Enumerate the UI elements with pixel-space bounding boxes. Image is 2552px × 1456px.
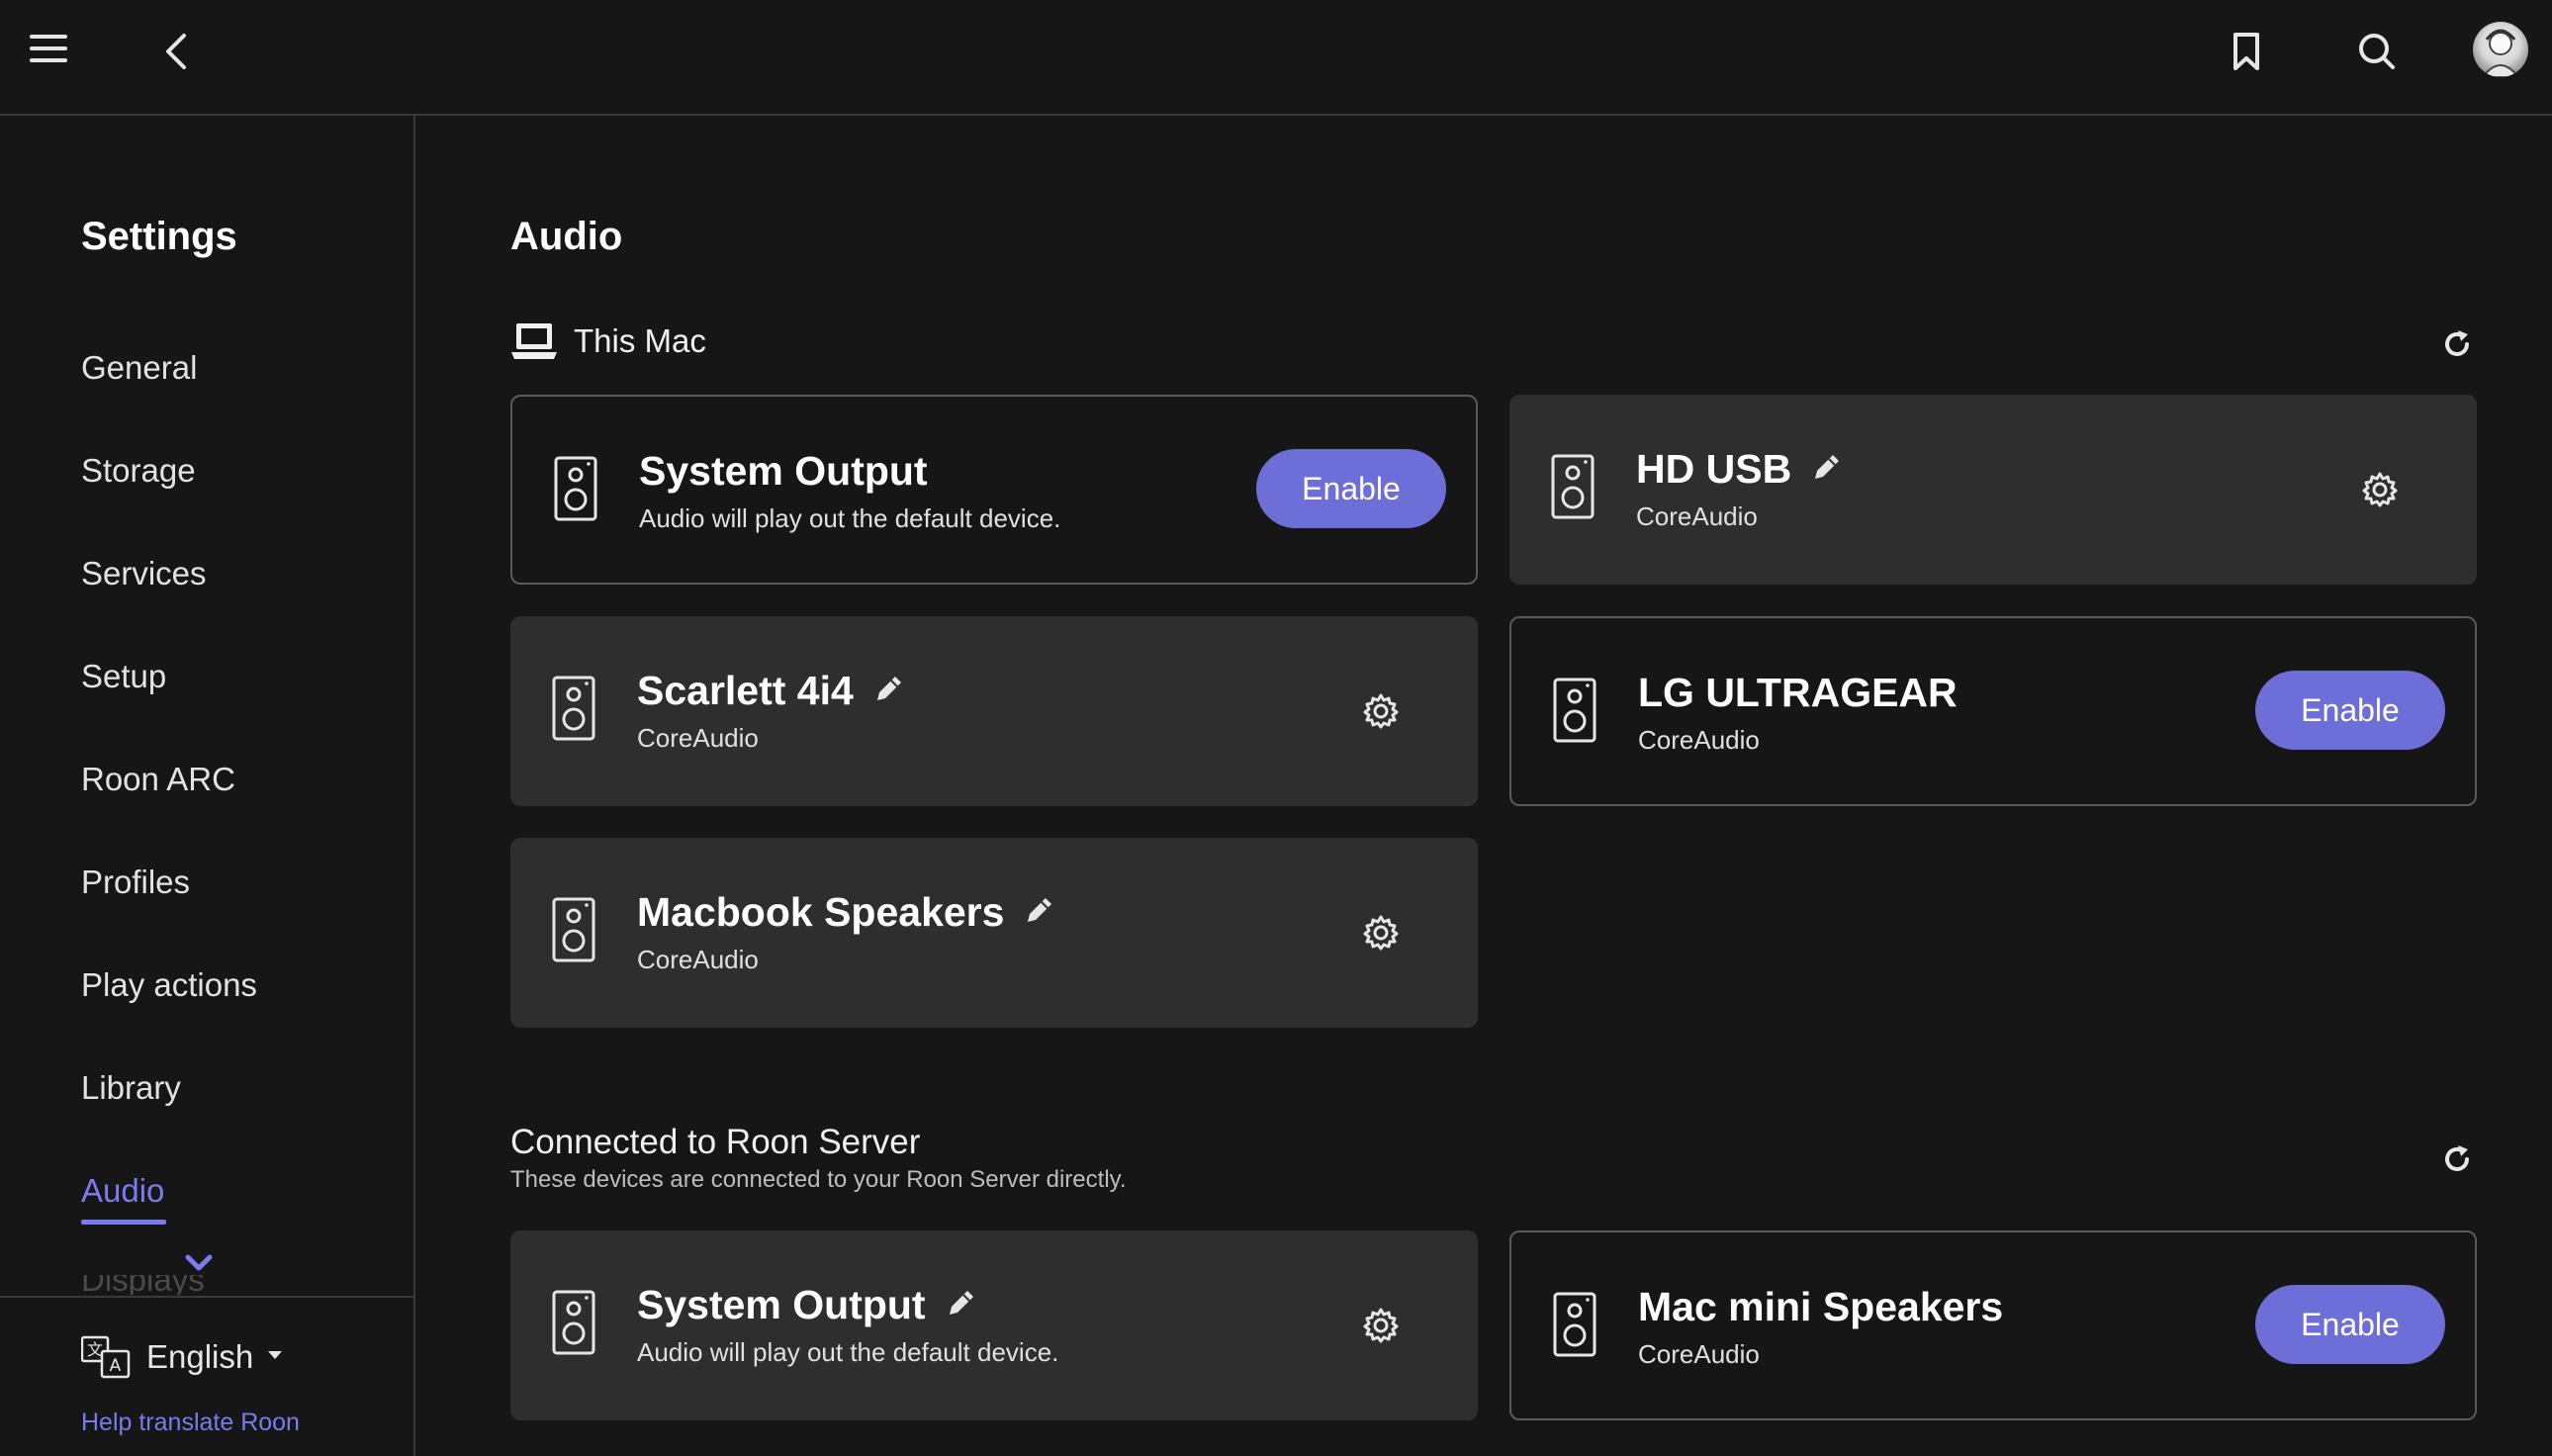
device-subtitle: CoreAudio: [1636, 501, 1758, 531]
laptop-icon: [510, 321, 558, 361]
sidebar-item-profiles[interactable]: Profiles: [81, 864, 190, 901]
hamburger-menu-icon[interactable]: [30, 33, 67, 69]
section-connected-subtitle: These devices are connected to your Roon…: [510, 1166, 1127, 1193]
device-card-macbook-speakers: Macbook Speakers CoreAudio: [510, 838, 1478, 1028]
device-name-row: Macbook Speakers: [637, 889, 1055, 936]
sidebar-footer: 文 A English Help translate Roon: [0, 1296, 413, 1456]
gear-icon[interactable]: [1361, 1306, 1401, 1350]
device-subtitle: CoreAudio: [637, 723, 759, 753]
pencil-edit-icon[interactable]: [1024, 894, 1055, 931]
device-name-row: System Output: [639, 448, 928, 495]
device-card-scarlett: Scarlett 4i4 CoreAudio: [510, 616, 1478, 806]
speaker-icon: [552, 1290, 595, 1360]
back-arrow-icon[interactable]: [160, 32, 192, 76]
sidebar-item-storage[interactable]: Storage: [81, 452, 196, 490]
device-name-row: LG ULTRAGEAR: [1638, 670, 1958, 716]
speaker-icon: [552, 897, 595, 967]
bookmark-icon[interactable]: [2231, 32, 2262, 76]
sidebar-item-library[interactable]: Library: [81, 1069, 181, 1107]
speaker-icon: [554, 456, 597, 526]
sidebar-item-play-actions[interactable]: Play actions: [81, 966, 257, 1004]
refresh-icon[interactable]: [2442, 1144, 2472, 1179]
sidebar: Settings General Storage Services Setup …: [0, 116, 415, 1456]
device-name: System Output: [637, 1282, 926, 1327]
device-name-row: Scarlett 4i4: [637, 668, 905, 714]
enable-button[interactable]: Enable: [1256, 449, 1446, 528]
section-connected-title: Connected to Roon Server: [510, 1123, 921, 1161]
device-name-row: Mac mini Speakers: [1638, 1284, 2003, 1330]
caret-down-icon: [267, 1348, 283, 1366]
gear-icon[interactable]: [2360, 470, 2400, 514]
device-name: System Output: [639, 448, 928, 494]
sidebar-item-roon-arc[interactable]: Roon ARC: [81, 761, 235, 798]
device-subtitle: Audio will play out the default device.: [637, 1337, 1059, 1367]
avatar[interactable]: [2473, 22, 2528, 77]
svg-text:文: 文: [87, 1340, 103, 1359]
section-label: This Mac: [574, 322, 706, 359]
active-underline: [81, 1220, 166, 1225]
device-name-row: System Output: [637, 1282, 977, 1328]
sidebar-item-general[interactable]: General: [81, 349, 197, 387]
svg-text:A: A: [110, 1356, 122, 1376]
main-content: Audio This Mac System Output Audio will …: [415, 116, 2552, 1456]
speaker-icon: [1553, 1292, 1596, 1362]
device-name: Scarlett 4i4: [637, 668, 854, 713]
pencil-edit-icon[interactable]: [1811, 451, 1843, 488]
device-name-row: HD USB: [1636, 446, 1843, 493]
device-card-system-output: System Output Audio will play out the de…: [510, 395, 1478, 585]
sidebar-item-services[interactable]: Services: [81, 555, 207, 592]
sidebar-item-displays[interactable]: Displays: [81, 1275, 205, 1295]
device-card-hd-usb: HD USB CoreAudio: [1509, 395, 2477, 585]
sidebar-item-audio[interactable]: Audio: [81, 1172, 166, 1225]
gear-icon[interactable]: [1361, 913, 1401, 957]
section-this-mac: This Mac: [510, 321, 706, 361]
page-title: Audio: [510, 215, 623, 258]
sidebar-title: Settings: [81, 215, 237, 258]
speaker-icon: [1553, 678, 1596, 748]
enable-button[interactable]: Enable: [2255, 1285, 2445, 1364]
device-name: HD USB: [1636, 446, 1792, 492]
sidebar-item-setup[interactable]: Setup: [81, 658, 166, 695]
language-selector[interactable]: 文 A English: [81, 1335, 283, 1379]
pencil-edit-icon[interactable]: [946, 1287, 977, 1323]
help-translate-link[interactable]: Help translate Roon: [81, 1409, 300, 1437]
device-card-mac-mini-speakers: Mac mini Speakers CoreAudio Enable: [1509, 1230, 2477, 1420]
device-subtitle: Audio will play out the default device.: [639, 503, 1061, 533]
sidebar-item-label: Audio: [81, 1172, 165, 1209]
device-card-server-system-output: System Output Audio will play out the de…: [510, 1230, 1478, 1420]
refresh-icon[interactable]: [2442, 329, 2472, 364]
enable-button[interactable]: Enable: [2255, 671, 2445, 750]
top-bar: [0, 0, 2552, 116]
device-name: Macbook Speakers: [637, 889, 1005, 935]
device-subtitle: CoreAudio: [637, 945, 759, 974]
pencil-edit-icon[interactable]: [873, 673, 905, 709]
search-icon[interactable]: [2358, 32, 2396, 76]
device-card-lg-ultragear: LG ULTRAGEAR CoreAudio Enable: [1509, 616, 2477, 806]
sidebar-item-label: Displays: [81, 1275, 205, 1295]
device-subtitle: CoreAudio: [1638, 1339, 1760, 1369]
speaker-icon: [1551, 454, 1595, 524]
chevron-down-icon[interactable]: [184, 1253, 214, 1278]
device-name: Mac mini Speakers: [1638, 1284, 2004, 1329]
device-subtitle: CoreAudio: [1638, 725, 1760, 755]
speaker-icon: [552, 676, 595, 746]
device-name: LG ULTRAGEAR: [1638, 670, 1958, 715]
translate-icon: 文 A: [81, 1335, 131, 1379]
language-label: English: [146, 1338, 254, 1375]
gear-icon[interactable]: [1361, 691, 1401, 736]
